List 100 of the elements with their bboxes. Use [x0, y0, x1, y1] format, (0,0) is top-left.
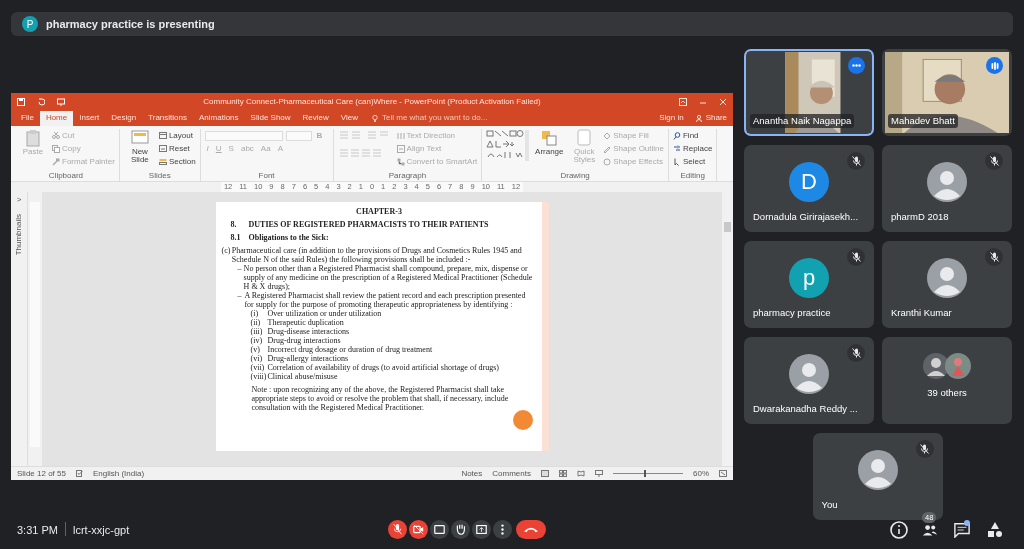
search-prompt[interactable]: Tell me what you want to do...: [382, 112, 488, 124]
shapes-gallery-icon[interactable]: [486, 129, 531, 163]
shape-effects-icon: [603, 157, 612, 166]
list-item-number: (iv): [250, 336, 264, 345]
close-icon[interactable]: [719, 98, 727, 106]
list-item-number: (vi): [250, 354, 264, 363]
search-icon: [673, 131, 681, 140]
presenter-avatar: P: [22, 16, 38, 32]
list-item-text: Clinical abuse/misuse: [267, 372, 339, 381]
ribbon-button[interactable]: Find: [673, 129, 713, 142]
section-heading-text: DUTIES OF REGISTERED PHARMACISTS TO THEIR PATIENTS: [248, 220, 490, 229]
camera-button[interactable]: [409, 520, 428, 539]
spellcheck-icon[interactable]: [75, 470, 83, 477]
list-item-text: Drug-drug interactions: [267, 336, 342, 345]
replace-icon: [673, 144, 681, 153]
scissors-icon: [52, 131, 60, 140]
ribbon-group-label: Font: [257, 171, 276, 181]
activities-icon[interactable]: [986, 521, 1004, 539]
language-label[interactable]: English (India): [92, 467, 145, 480]
chapter-heading: CHAPTER-3: [355, 207, 403, 216]
subsection-heading-number: 8.1: [230, 233, 242, 242]
bullet-number: –: [237, 291, 243, 302]
ribbon-options-icon[interactable]: [679, 98, 687, 106]
participant-name: 39 others: [927, 386, 967, 401]
ribbon-tab[interactable]: File: [15, 111, 40, 126]
leave-call-button[interactable]: [516, 520, 546, 539]
ribbon-tab[interactable]: Slide Show: [244, 111, 297, 126]
list-item-text: Therapeutic duplication: [267, 318, 345, 327]
expand-toggle[interactable]: >: [16, 194, 22, 206]
participant-name: pharmD 2018: [891, 209, 949, 224]
zoom-slider-thumb[interactable]: [644, 470, 647, 477]
participant-name: Dornadula Girirajasekh...: [753, 209, 859, 224]
captions-icon: [434, 524, 445, 535]
avatar-icon: [789, 353, 829, 394]
list-item-text: Drug-allergy interactions: [267, 354, 349, 363]
meeting-time: 3:31 PM: [17, 523, 58, 538]
ribbon-group-label: Editing: [679, 171, 706, 181]
sign-in-link[interactable]: Sign in: [653, 111, 690, 126]
normal-view-icon[interactable]: [541, 470, 549, 477]
ribbon-tab[interactable]: Home: [39, 111, 74, 126]
clause-number: (c): [221, 246, 232, 257]
chat-button[interactable]: [954, 521, 972, 539]
ribbon-button[interactable]: Reset: [158, 142, 196, 155]
text-direction-icon: [396, 131, 405, 140]
list-item-text: Drug-disease interactions: [267, 327, 351, 336]
note-paragraph: Note : upon recognizing any of the above, the Registered Pharmacist shall take appropriate steps to avoid or resolve the problem that shall, if necessary, include consultation with the Registered Medical Practitioner.: [251, 385, 510, 412]
subsection-heading-text: Obligations to the Sick:: [248, 233, 330, 242]
ribbon-tab[interactable]: Transitions: [142, 111, 193, 126]
mic-off-icon: [392, 524, 403, 535]
clause-text: Pharmaceutical care (in addition to the provisions of Drugs and Cosmetics Rules 1945 and Schedule N of the said Rules) the following provisions shall be included :-: [231, 246, 523, 264]
ribbon-button[interactable]: Arrange: [533, 129, 566, 171]
brush-icon: [52, 157, 60, 166]
people-icon: [922, 522, 938, 538]
avatar-group-icon: [922, 352, 972, 381]
slideshow-icon[interactable]: [57, 98, 65, 106]
raise-hand-button[interactable]: [451, 520, 470, 539]
ribbon-group-label: Slides: [147, 171, 172, 181]
camera-off-icon: [413, 524, 424, 535]
more-options-button[interactable]: [493, 520, 512, 539]
ribbon-tab[interactable]: Design: [105, 111, 143, 126]
list-item-text: Over utilization or under utilization: [267, 309, 383, 318]
lightbulb-icon: [372, 114, 379, 122]
ribbon-button[interactable]: Layout: [158, 129, 196, 142]
present-button[interactable]: [472, 520, 491, 539]
participant-name: pharmacy practice: [753, 305, 831, 320]
participant-name: Kranthi Kumar: [891, 305, 952, 320]
captions-button[interactable]: [430, 520, 449, 539]
slide-counter: Slide 12 of 55: [17, 467, 66, 480]
slideshow-icon[interactable]: [595, 470, 603, 477]
info-icon[interactable]: [890, 521, 908, 539]
ribbon-tab[interactable]: View: [334, 111, 365, 126]
avatar-icon: [927, 161, 967, 202]
fit-slide-icon[interactable]: [719, 470, 727, 477]
more-icon: [852, 64, 861, 67]
participant-name: You: [821, 497, 838, 512]
share-button[interactable]: Share: [689, 111, 733, 126]
ribbon-tab[interactable]: Animations: [193, 111, 245, 126]
bullet-text: A Registered Pharmacist shall review the patient record and each prescription presented for supply for the purpose of promoting therapeutic appropriateness by identifying :: [244, 291, 527, 309]
ribbon-button[interactable]: Section: [158, 155, 196, 168]
ribbon-button[interactable]: Select: [673, 155, 713, 168]
ribbon-tab[interactable]: Review: [296, 111, 335, 126]
meeting-code: lcrt-xxjc-gpt: [72, 523, 130, 538]
notes-button[interactable]: Notes: [461, 467, 483, 480]
save-icon[interactable]: [17, 98, 25, 106]
list-item-text: Correlation of availability of drugs (to avoid artificial shortage of drugs): [267, 363, 500, 372]
slide-sorter-icon[interactable]: [559, 470, 567, 477]
comments-button[interactable]: Comments: [492, 467, 531, 480]
list-item-number: (iii): [250, 327, 264, 336]
microphone-button[interactable]: [388, 520, 407, 539]
ribbon-group-label: Drawing: [559, 171, 591, 181]
participant-name: Dwarakanadha Reddy ...: [753, 401, 858, 416]
avatar-icon: [927, 257, 967, 298]
ribbon-tab[interactable]: Insert: [73, 111, 106, 126]
thumbnails-label: Thumbnails: [13, 214, 24, 256]
ribbon-button[interactable]: Replace: [673, 142, 713, 155]
reading-view-icon[interactable]: [577, 470, 585, 477]
undo-icon[interactable]: [37, 98, 45, 106]
ribbon-button[interactable]: New Slide: [123, 129, 156, 171]
zoom-level[interactable]: 60%: [693, 467, 709, 480]
pen-icon: [603, 144, 612, 153]
